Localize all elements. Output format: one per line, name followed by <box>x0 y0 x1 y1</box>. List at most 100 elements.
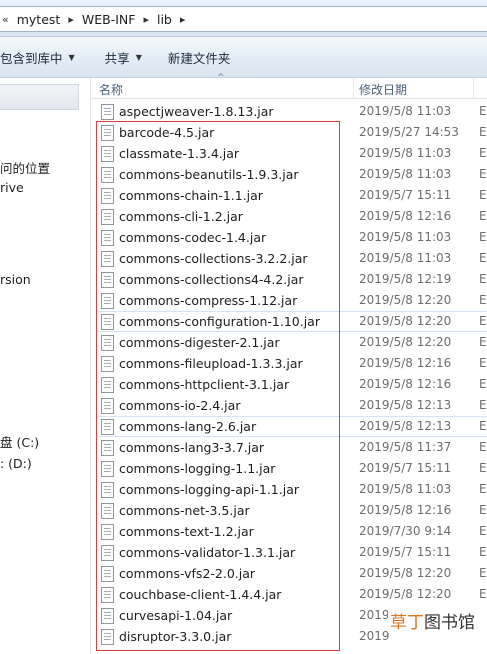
file-name: couchbase-client-1.4.4.jar <box>119 587 282 602</box>
file-name: commons-text-1.2.jar <box>119 524 254 539</box>
watermark: 草丁图书馆 <box>388 608 477 633</box>
file-type: E <box>479 167 487 181</box>
file-name: commons-logging-1.1.jar <box>119 461 276 476</box>
file-name: commons-validator-1.3.1.jar <box>119 545 296 560</box>
file-modified-date: 2019/5/7 15:11 <box>359 188 452 202</box>
nav-item[interactable]: rsion <box>0 272 31 287</box>
file-name: commons-vfs2-2.0.jar <box>119 566 256 581</box>
file-modified-date: 2019/5/8 12:13 <box>359 398 452 412</box>
file-row[interactable]: commons-digester-2.1.jar 2019/5/8 12:20 E <box>91 332 487 353</box>
file-row[interactable]: commons-fileupload-1.3.3.jar 2019/5/8 12:… <box>91 353 487 374</box>
navigation-pane: 问的位置 rive rsion 盘 (C:) : (D:) <box>0 78 91 654</box>
breadcrumb-segment[interactable]: WEB-INF <box>76 12 142 27</box>
file-row[interactable]: commons-net-3.5.jar 2019/5/8 12:16 E <box>91 500 487 521</box>
file-type: E <box>479 566 487 580</box>
file-row[interactable]: commons-cli-1.2.jar 2019/5/8 12:16 E <box>91 206 487 227</box>
command-bar: 包含到库中 ▼ 共享 ▼ 新建文件夹 <box>0 37 487 78</box>
address-path[interactable]: «mytest ▸ WEB-INF ▸ lib ▸ <box>0 6 487 32</box>
include-in-library-button[interactable]: 包含到库中 ▼ <box>0 43 85 71</box>
jar-file-icon <box>101 587 114 603</box>
file-row[interactable]: commons-compress-1.12.jar 2019/5/8 12:20 E <box>91 290 487 311</box>
nav-item[interactable]: rive <box>0 180 24 195</box>
file-type: E <box>479 398 487 412</box>
nav-item[interactable]: 盘 (C:) <box>0 432 39 451</box>
file-row[interactable]: commons-chain-1.1.jar 2019/5/7 15:11 E <box>91 185 487 206</box>
breadcrumb-separator-icon[interactable]: ▸ <box>141 13 151 26</box>
file-row[interactable]: commons-validator-1.3.1.jar 2019/5/7 15:1… <box>91 542 487 563</box>
file-type: E <box>479 209 487 223</box>
file-row[interactable]: commons-logging-api-1.1.jar 2019/5/8 11:0… <box>91 479 487 500</box>
file-name: commons-configuration-1.10.jar <box>119 314 320 329</box>
jar-file-icon <box>101 524 114 540</box>
file-modified-date: 2019/5/8 11:37 <box>359 440 452 454</box>
nav-pane-header[interactable] <box>0 84 79 110</box>
breadcrumb-overflow-icon[interactable]: « <box>0 13 11 26</box>
breadcrumb-segment[interactable]: lib <box>151 12 178 27</box>
file-row[interactable]: commons-codec-1.4.jar 2019/5/8 11:03 E <box>91 227 487 248</box>
file-name: commons-fileupload-1.3.3.jar <box>119 356 303 371</box>
file-row[interactable]: commons-configuration-1.10.jar 2019/5/8 1… <box>91 311 487 332</box>
file-name: commons-compress-1.12.jar <box>119 293 298 308</box>
file-row[interactable]: commons-logging-1.1.jar 2019/5/7 15:11 E <box>91 458 487 479</box>
file-row[interactable]: commons-beanutils-1.9.3.jar 2019/5/8 11:0… <box>91 164 487 185</box>
share-button[interactable]: 共享 ▼ <box>95 43 152 71</box>
chevron-down-icon: ▼ <box>135 52 142 62</box>
file-row[interactable]: couchbase-client-1.4.4.jar 2019/5/8 12:20… <box>91 584 487 605</box>
file-modified-date: 2019/5/8 12:16 <box>359 209 452 223</box>
file-type: E <box>479 125 487 139</box>
jar-file-icon <box>101 314 114 330</box>
jar-file-icon <box>101 104 114 120</box>
file-row[interactable]: commons-lang3-3.7.jar 2019/5/8 11:37 E <box>91 437 487 458</box>
breadcrumb-segment[interactable]: mytest <box>11 12 67 27</box>
file-modified-date: 2019/5/7 15:11 <box>359 461 452 475</box>
file-row[interactable]: commons-text-1.2.jar 2019/7/30 9:14 E <box>91 521 487 542</box>
file-modified-date: 2019/5/8 12:20 <box>359 335 452 349</box>
jar-file-icon <box>101 377 114 393</box>
file-modified-date: 2019/5/8 11:03 <box>359 146 452 160</box>
file-row[interactable]: commons-io-2.4.jar 2019/5/8 12:13 E <box>91 395 487 416</box>
file-name: commons-collections4-4.2.jar <box>119 272 304 287</box>
file-modified-date: 2019/5/8 12:20 <box>359 314 452 328</box>
jar-file-icon <box>101 545 114 561</box>
file-row[interactable]: commons-lang-2.6.jar 2019/5/8 12:13 E <box>91 416 487 437</box>
nav-item[interactable]: 问的位置 <box>0 158 50 177</box>
file-name: commons-collections-3.2.2.jar <box>119 251 308 266</box>
file-name: commons-lang3-3.7.jar <box>119 440 265 455</box>
jar-file-icon <box>101 440 114 456</box>
file-row[interactable]: classmate-1.3.4.jar 2019/5/8 11:03 E <box>91 143 487 164</box>
file-type: E <box>479 524 487 538</box>
file-list: ^ 名称 修改日期 aspectjweaver-1.8.13.jar 2019/5… <box>91 73 487 654</box>
file-modified-date: 2019/5/8 12:16 <box>359 356 452 370</box>
breadcrumb-separator-icon[interactable]: ▸ <box>66 13 76 26</box>
file-name: commons-logging-api-1.1.jar <box>119 482 299 497</box>
file-row[interactable]: commons-vfs2-2.0.jar 2019/5/8 12:20 E <box>91 563 487 584</box>
column-header-date[interactable]: 修改日期 <box>359 81 407 98</box>
column-divider[interactable] <box>473 78 474 98</box>
nav-item[interactable]: : (D:) <box>0 456 32 471</box>
address-bar: «mytest ▸ WEB-INF ▸ lib ▸ <box>0 0 487 37</box>
jar-file-icon <box>101 608 114 624</box>
file-type: E <box>479 104 487 118</box>
new-folder-button[interactable]: 新建文件夹 <box>158 43 241 71</box>
jar-file-icon <box>101 335 114 351</box>
file-row[interactable]: commons-collections-3.2.2.jar 2019/5/8 11… <box>91 248 487 269</box>
column-divider[interactable] <box>353 78 354 98</box>
watermark-part2: 图书馆 <box>424 613 475 633</box>
file-row[interactable]: commons-httpclient-3.1.jar 2019/5/8 12:16… <box>91 374 487 395</box>
file-row[interactable]: commons-collections4-4.2.jar 2019/5/8 12:… <box>91 269 487 290</box>
file-row[interactable]: barcode-4.5.jar 2019/5/27 14:53 E <box>91 122 487 143</box>
file-type: E <box>479 545 487 559</box>
file-type: E <box>479 251 487 265</box>
file-row[interactable]: aspectjweaver-1.8.13.jar 2019/5/8 11:03 E <box>91 101 487 122</box>
breadcrumb-separator-icon[interactable]: ▸ <box>178 13 188 26</box>
file-modified-date: 2019/5/8 11:03 <box>359 230 452 244</box>
column-header-name[interactable]: 名称 <box>99 81 123 98</box>
file-modified-date: 2019/5/8 11:03 <box>359 167 452 181</box>
file-type: E <box>479 230 487 244</box>
file-name: barcode-4.5.jar <box>119 125 215 140</box>
file-modified-date: 2019/5/8 11:03 <box>359 251 452 265</box>
file-modified-date: 2019/5/8 12:19 <box>359 272 452 286</box>
watermark-part1: 草丁 <box>390 613 424 633</box>
file-modified-date: 2019/5/27 14:53 <box>359 125 459 139</box>
file-modified-date: 2019/5/8 11:03 <box>359 482 452 496</box>
